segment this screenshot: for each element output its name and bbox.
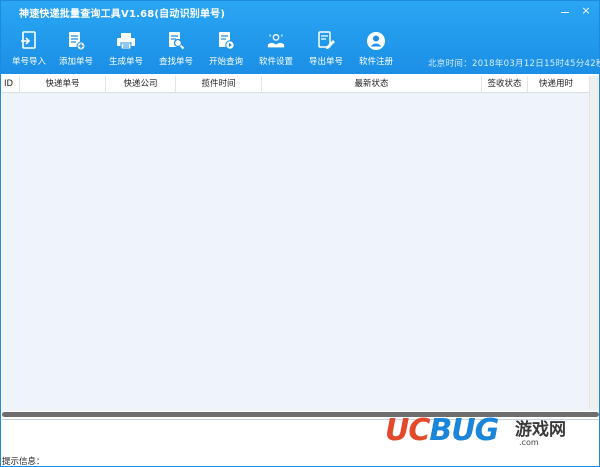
query-results-table[interactable]: ID 快递单号 快递公司 揽件时间 最新状态 签收状态 快递用时 [2, 76, 599, 411]
find-number-button[interactable]: 查找单号 [151, 29, 201, 69]
user-register-icon [366, 31, 386, 51]
generate-number-label: 生成单号 [108, 57, 143, 67]
column-header-courier[interactable]: 快递公司 [106, 76, 176, 93]
printer-icon [116, 31, 136, 51]
beijing-time-display: 北京时间：2018年03月12日15时45分42秒 [428, 59, 600, 69]
ucbug-watermark-logo: UCBUG 游戏网 .com [385, 411, 593, 451]
settings-hands-icon [266, 31, 286, 51]
export-pen-icon [316, 31, 336, 51]
column-header-pickup-time[interactable]: 揽件时间 [176, 76, 262, 93]
add-document-icon [66, 31, 86, 51]
minimize-icon [561, 11, 569, 14]
close-icon: × [581, 4, 591, 17]
title-toolbar-area: 神速快递批量查询工具V1.68(自动识别单号) × 单号导入 添加单号 生成单号 [1, 1, 600, 74]
minimize-button[interactable] [555, 3, 575, 18]
start-query-label: 开始查询 [208, 57, 243, 67]
generate-number-button[interactable]: 生成单号 [101, 29, 151, 69]
add-number-button[interactable]: 添加单号 [51, 29, 101, 69]
search-document-icon [166, 31, 186, 51]
column-header-latest-status[interactable]: 最新状态 [262, 76, 482, 93]
column-header-tracking-number[interactable]: 快递单号 [20, 76, 106, 93]
add-number-label: 添加单号 [58, 57, 93, 67]
play-document-icon [216, 31, 236, 51]
status-label: 提示信息： [2, 457, 45, 467]
vertical-scrollbar[interactable] [589, 76, 599, 409]
column-header-delivery-duration[interactable]: 快递用时 [528, 76, 584, 93]
export-number-button[interactable]: 导出单号 [301, 29, 351, 69]
watermark-uc-text: UCBUG [385, 413, 499, 448]
find-number-label: 查找单号 [158, 57, 193, 67]
table-header: ID 快递单号 快递公司 揽件时间 最新状态 签收状态 快递用时 [2, 76, 589, 93]
watermark-cn-text: 游戏网 [515, 420, 566, 440]
close-button[interactable]: × [576, 3, 596, 18]
settings-button[interactable]: 软件设置 [251, 29, 301, 69]
column-header-id[interactable]: ID [2, 76, 20, 93]
start-query-button[interactable]: 开始查询 [201, 29, 251, 69]
window-title: 神速快递批量查询工具V1.68(自动识别单号) [19, 9, 226, 20]
import-icon [19, 31, 39, 51]
register-label: 软件注册 [358, 57, 393, 67]
settings-label: 软件设置 [258, 57, 293, 67]
app-window: 神速快递批量查询工具V1.68(自动识别单号) × 单号导入 添加单号 生成单号 [0, 0, 600, 467]
export-number-label: 导出单号 [308, 57, 343, 67]
import-label: 单号导入 [11, 57, 46, 67]
import-button[interactable]: 单号导入 [4, 29, 54, 69]
column-header-signed-status[interactable]: 签收状态 [482, 76, 528, 93]
watermark-url-text: .com [519, 438, 539, 447]
register-button[interactable]: 软件注册 [351, 29, 401, 69]
